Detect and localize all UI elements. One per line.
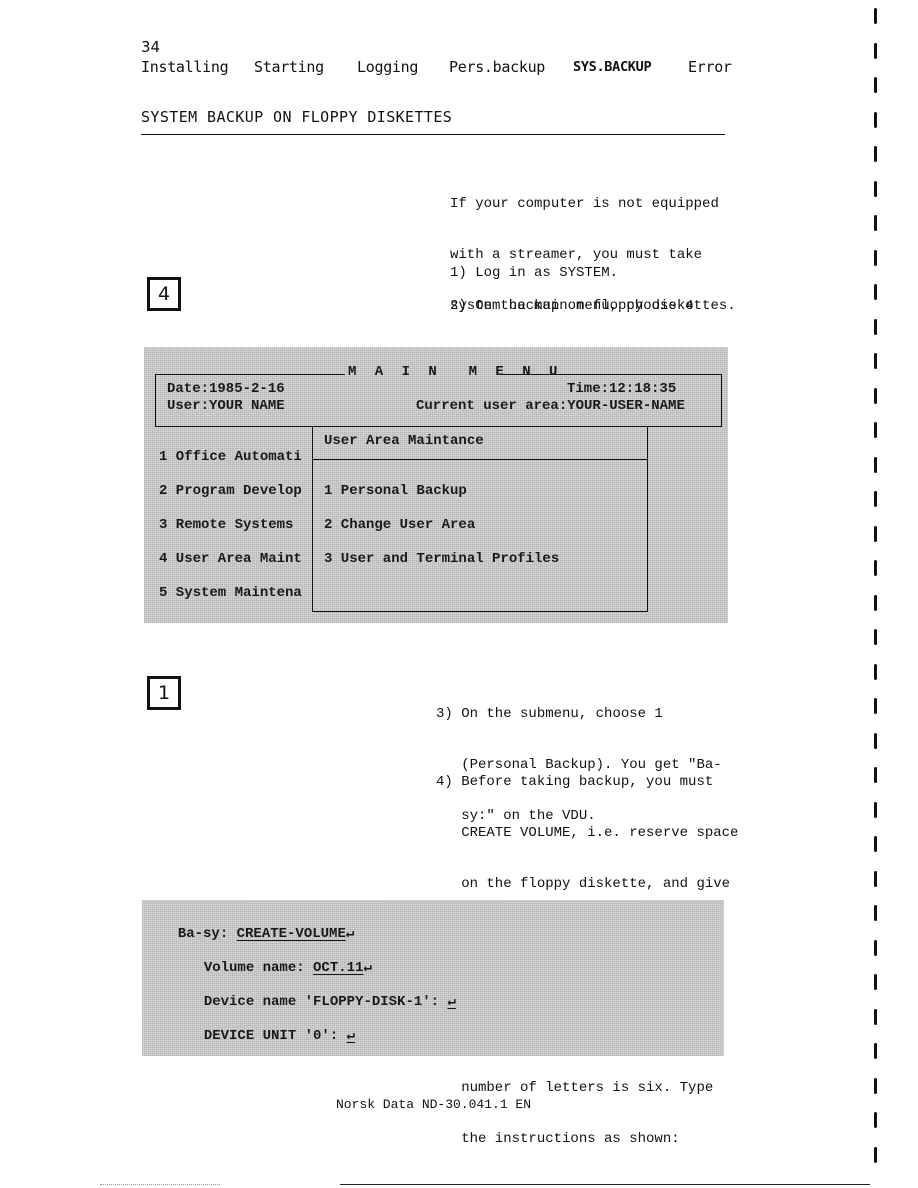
command-line-device-name: Device name 'FLOPPY-DISK-1': ↵ xyxy=(187,977,456,1010)
binding-mark xyxy=(874,181,877,197)
binding-mark xyxy=(874,1009,877,1025)
menu-item-user-area-maintenance[interactable]: 4 User Area Maint xyxy=(159,551,302,567)
submenu-item-user-terminal-profiles[interactable]: 3 User and Terminal Profiles xyxy=(324,551,559,567)
date-readout: Date:1985-2-16 xyxy=(167,381,285,397)
command-line-volume-name: Volume name: OCT.11↵ xyxy=(187,943,372,976)
binding-mark xyxy=(874,215,877,231)
device-name-label: Device name 'FLOPPY-DISK-1': xyxy=(203,994,448,1010)
binding-mark xyxy=(874,1078,877,1094)
binding-mark xyxy=(874,940,877,956)
volume-name-label: Volume name: xyxy=(203,960,314,976)
device-unit-label: DEVICE UNIT '0': xyxy=(203,1028,347,1044)
binding-mark xyxy=(874,491,877,507)
binding-mark xyxy=(874,767,877,783)
step-line: 3) On the submenu, choose 1 xyxy=(436,706,663,722)
binding-mark xyxy=(874,560,877,576)
menu-item-system-maintenance[interactable]: 5 System Maintena xyxy=(159,585,302,601)
menu-item-office-automation[interactable]: 1 Office Automati xyxy=(159,449,302,465)
submenu-title: User Area Maintance xyxy=(324,433,484,449)
step-line: 4) Before taking backup, you must xyxy=(436,774,714,790)
binding-mark xyxy=(874,802,877,818)
binding-mark xyxy=(874,1147,877,1163)
binding-mark xyxy=(874,733,877,749)
binding-mark xyxy=(874,836,877,852)
volume-name-value: OCT.11 xyxy=(313,960,364,976)
intro-line: If your computer is not equipped xyxy=(450,196,719,212)
user-readout: User:YOUR NAME xyxy=(167,398,285,414)
submenu-item-personal-backup[interactable]: 1 Personal Backup xyxy=(324,483,467,499)
page-number: 34 xyxy=(141,38,161,56)
step-line: 2) On the main menu, choose 4 xyxy=(450,298,694,314)
submenu-divider xyxy=(312,459,647,460)
page-footer: Norsk Data ND-30.041.1 EN xyxy=(336,1097,532,1112)
main-menu-title: M A I N M E N U xyxy=(348,364,563,380)
title-rule xyxy=(141,134,725,135)
command-line-create-volume: Ba-sy: CREATE-VOLUME↵ xyxy=(161,909,354,942)
binding-mark xyxy=(874,146,877,162)
binding-mark xyxy=(874,1043,877,1059)
current-area-readout: Current user area:YOUR-USER-NAME xyxy=(416,398,685,414)
binding-mark xyxy=(874,77,877,93)
binding-mark xyxy=(874,112,877,128)
binding-mark xyxy=(874,526,877,542)
step-line: CREATE VOLUME, i.e. reserve space xyxy=(436,825,739,841)
binding-mark xyxy=(874,353,877,369)
binding-mark xyxy=(874,629,877,645)
binding-mark xyxy=(874,388,877,404)
key-4-badge: 4 xyxy=(147,277,181,311)
menu-item-remote-systems[interactable]: 3 Remote Systems xyxy=(159,517,293,533)
nav-tab-logging[interactable]: Logging xyxy=(357,58,418,76)
binding-mark xyxy=(874,698,877,714)
step-line: number of letters is six. Type xyxy=(436,1080,714,1096)
time-readout: Time:12:18:35 xyxy=(567,381,677,397)
binding-mark xyxy=(874,595,877,611)
submenu-item-change-user-area[interactable]: 2 Change User Area xyxy=(324,517,475,533)
binding-mark xyxy=(874,284,877,300)
step-line: the instructions as shown: xyxy=(436,1131,680,1147)
bottom-edge-rule xyxy=(100,1184,220,1185)
command-line-device-unit: DEVICE UNIT '0': ↵ xyxy=(187,1011,355,1044)
nav-tab-pers-backup[interactable]: Pers.backup xyxy=(449,58,545,76)
volume-name-input[interactable]: OCT.11↵ xyxy=(313,960,372,976)
nav-tab-installing[interactable]: Installing xyxy=(141,58,229,76)
enter-key-icon[interactable]: ↵ xyxy=(347,1027,355,1044)
binding-mark xyxy=(874,8,877,24)
prompt-label: Ba-sy: xyxy=(177,926,237,942)
nav-tab-error[interactable]: Error xyxy=(688,58,732,76)
binding-mark xyxy=(874,319,877,335)
section-title: SYSTEM BACKUP ON FLOPPY DISKETTES xyxy=(141,108,453,126)
command-text: CREATE-VOLUME xyxy=(236,926,346,942)
binding-mark xyxy=(874,422,877,438)
enter-key-icon[interactable]: ↵ xyxy=(447,993,455,1010)
nav-tab-starting[interactable]: Starting xyxy=(254,58,324,76)
command-input[interactable]: CREATE-VOLUME↵ xyxy=(237,926,355,942)
enter-key-icon: ↵ xyxy=(345,926,355,942)
binding-mark xyxy=(874,974,877,990)
key-1-badge: 1 xyxy=(147,676,181,710)
step-line: on the floppy diskette, and give xyxy=(436,876,731,892)
binding-mark xyxy=(874,905,877,921)
bottom-edge-rule xyxy=(340,1184,870,1185)
menu-item-program-development[interactable]: 2 Program Develop xyxy=(159,483,302,499)
binding-mark xyxy=(874,43,877,59)
nav-tab-sys-backup[interactable]: SYS.BACKUP xyxy=(573,59,652,75)
binding-mark xyxy=(874,871,877,887)
binding-mark xyxy=(874,457,877,473)
enter-key-icon: ↵ xyxy=(363,960,372,976)
binding-mark xyxy=(874,664,877,680)
binding-mark xyxy=(874,1112,877,1128)
binding-mark xyxy=(874,250,877,266)
